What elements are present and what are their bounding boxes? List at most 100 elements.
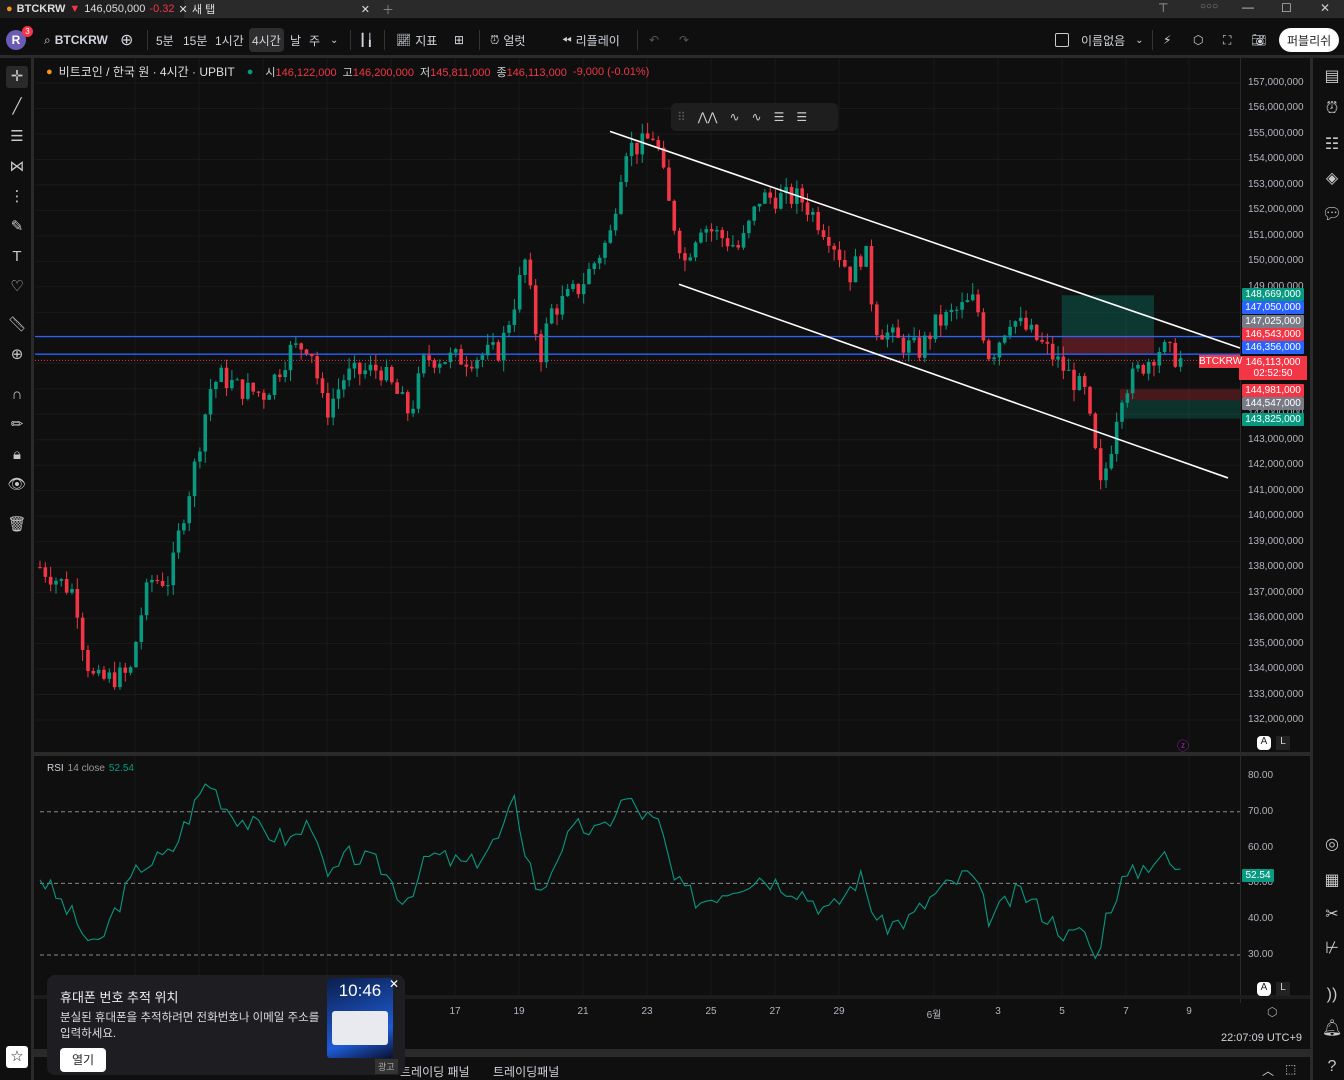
rsi-value: 52.54 (108, 763, 134, 774)
chart-legend: ● 비트코인 / 한국 원 · 4시간 · UPBIT ● 시146,122,0… (46, 63, 649, 80)
rsi-log-scale-button[interactable]: L (1276, 982, 1290, 996)
price-level-label: 144,547,000 (1242, 397, 1304, 410)
candle-body (203, 414, 208, 452)
rsi-axis-label: 70.00 (1248, 805, 1274, 817)
rsi-label: RSI (47, 763, 64, 774)
candle-body (517, 274, 522, 310)
regression-icon[interactable]: ☰ (796, 110, 807, 124)
trading-panel-tab[interactable]: 트레이딩 패널 (400, 1063, 470, 1080)
price-axis-label: 152,000,000 (1248, 204, 1304, 216)
drawing-floating-toolbar: ⠿ ⋀⋀ ∿ ∿ ☰ ☰ (671, 103, 838, 131)
ad-tag: 광고 (375, 1059, 398, 1074)
ad-title[interactable]: 휴대폰 번호 추적 위치 (60, 987, 178, 1006)
candle-body (1034, 324, 1039, 340)
chevron-up-icon[interactable]: ︿ (1262, 1062, 1274, 1079)
candle-body (75, 589, 80, 618)
candle-body (938, 314, 943, 326)
candle-body (864, 245, 868, 267)
log-scale-button[interactable]: L (1276, 736, 1290, 750)
candle-body (171, 552, 176, 586)
candle-body (896, 327, 900, 338)
candle-body (528, 259, 533, 286)
candle-body (336, 389, 341, 399)
maximize-panel-icon[interactable]: ⬚ (1285, 1062, 1296, 1076)
candle-body (59, 579, 64, 581)
candle-body (736, 245, 741, 248)
symbol-title[interactable]: 비트코인 / 한국 원 · 4시간 · UPBIT (59, 63, 235, 80)
candle-body (805, 202, 810, 215)
candle-body (453, 349, 458, 353)
candle-body (214, 381, 218, 390)
parallel-channel-icon[interactable]: ☰ (774, 110, 785, 124)
bar-countdown: 02:52:50 (1253, 368, 1293, 379)
candle-body (373, 364, 378, 371)
position-target-zone (1120, 400, 1240, 419)
candle-body (544, 323, 549, 363)
candle-body (405, 392, 410, 414)
candle-body (246, 382, 250, 399)
clock[interactable]: 22:07:09 UTC+9 (1221, 1032, 1302, 1044)
candle-body (208, 389, 213, 415)
candle-body (1088, 386, 1092, 414)
rsi-value-label: 52.54 (1242, 869, 1274, 882)
price-axis-label: 141,000,000 (1248, 484, 1304, 496)
candle-body (1040, 339, 1044, 342)
candle-body (267, 394, 271, 400)
candle-body (773, 197, 778, 209)
candle-body (310, 353, 314, 357)
candle-body (954, 309, 959, 311)
price-axis-label: 154,000,000 (1248, 153, 1304, 165)
abcd-pattern-icon[interactable]: ∿ (729, 110, 739, 124)
pane-divider[interactable] (34, 752, 1310, 756)
candle-body (970, 294, 975, 301)
ad-close-icon[interactable]: ✕ (389, 977, 399, 991)
candle-body (603, 242, 607, 258)
price-axis-label: 133,000,000 (1248, 688, 1304, 700)
candle-body (981, 312, 986, 341)
price-axis-label: 157,000,000 (1248, 77, 1304, 88)
candle-body (597, 257, 602, 264)
ad-body: 분실된 휴대폰을 추적하려면 전화번호나 이메일 주소를 입력하세요. (60, 1012, 320, 1040)
current-price-label: 146,113,000 02:52:50 (1239, 356, 1307, 380)
axis-settings-icon[interactable]: ⬡ (1267, 1005, 1277, 1019)
elliott-wave-icon[interactable]: ∿ (752, 110, 762, 124)
candle-body (64, 579, 69, 593)
candle-body (448, 352, 453, 363)
ad-image[interactable]: 10:46 (327, 978, 393, 1058)
candle-body (1066, 369, 1071, 371)
rsi-auto-scale-button[interactable]: A (1257, 982, 1271, 996)
drag-handle-icon[interactable]: ⠿ (677, 110, 686, 124)
candle-body (533, 285, 538, 335)
candle-body (635, 142, 639, 155)
candle-body (891, 327, 895, 333)
candle-body (848, 266, 852, 283)
trading-panel-tab-2[interactable]: 트레이딩패널 (493, 1063, 559, 1080)
candle-body (1104, 468, 1108, 481)
candle-body (315, 356, 319, 379)
auto-scale-button[interactable]: A (1257, 736, 1271, 750)
candle-body (427, 355, 431, 361)
candle-body (1136, 364, 1140, 369)
rsi-legend[interactable]: RSI 14 close 52.54 (47, 763, 134, 774)
candle-body (437, 363, 442, 368)
xabcd-pattern-icon[interactable]: ⋀⋀ (698, 110, 718, 124)
ad-open-button[interactable]: 열기 (60, 1048, 106, 1072)
candle-body (96, 669, 101, 674)
candle-body (182, 523, 186, 531)
candle-body (304, 349, 309, 354)
price-axis-label: 155,000,000 (1248, 127, 1304, 139)
candle-body (198, 451, 202, 462)
candle-body (150, 579, 154, 583)
candle-body (960, 302, 964, 310)
price-chart[interactable] (0, 0, 1344, 1080)
candle-body (683, 253, 687, 261)
candle-body (320, 378, 325, 393)
lightning-icon[interactable]: ⓩ (1177, 737, 1189, 754)
candle-body (821, 230, 826, 238)
candle-body (523, 259, 527, 275)
candle-body (389, 366, 394, 383)
candle-body (539, 334, 543, 363)
candle-body (565, 288, 570, 297)
candle-body (640, 133, 645, 155)
rsi-line (39, 783, 1181, 960)
